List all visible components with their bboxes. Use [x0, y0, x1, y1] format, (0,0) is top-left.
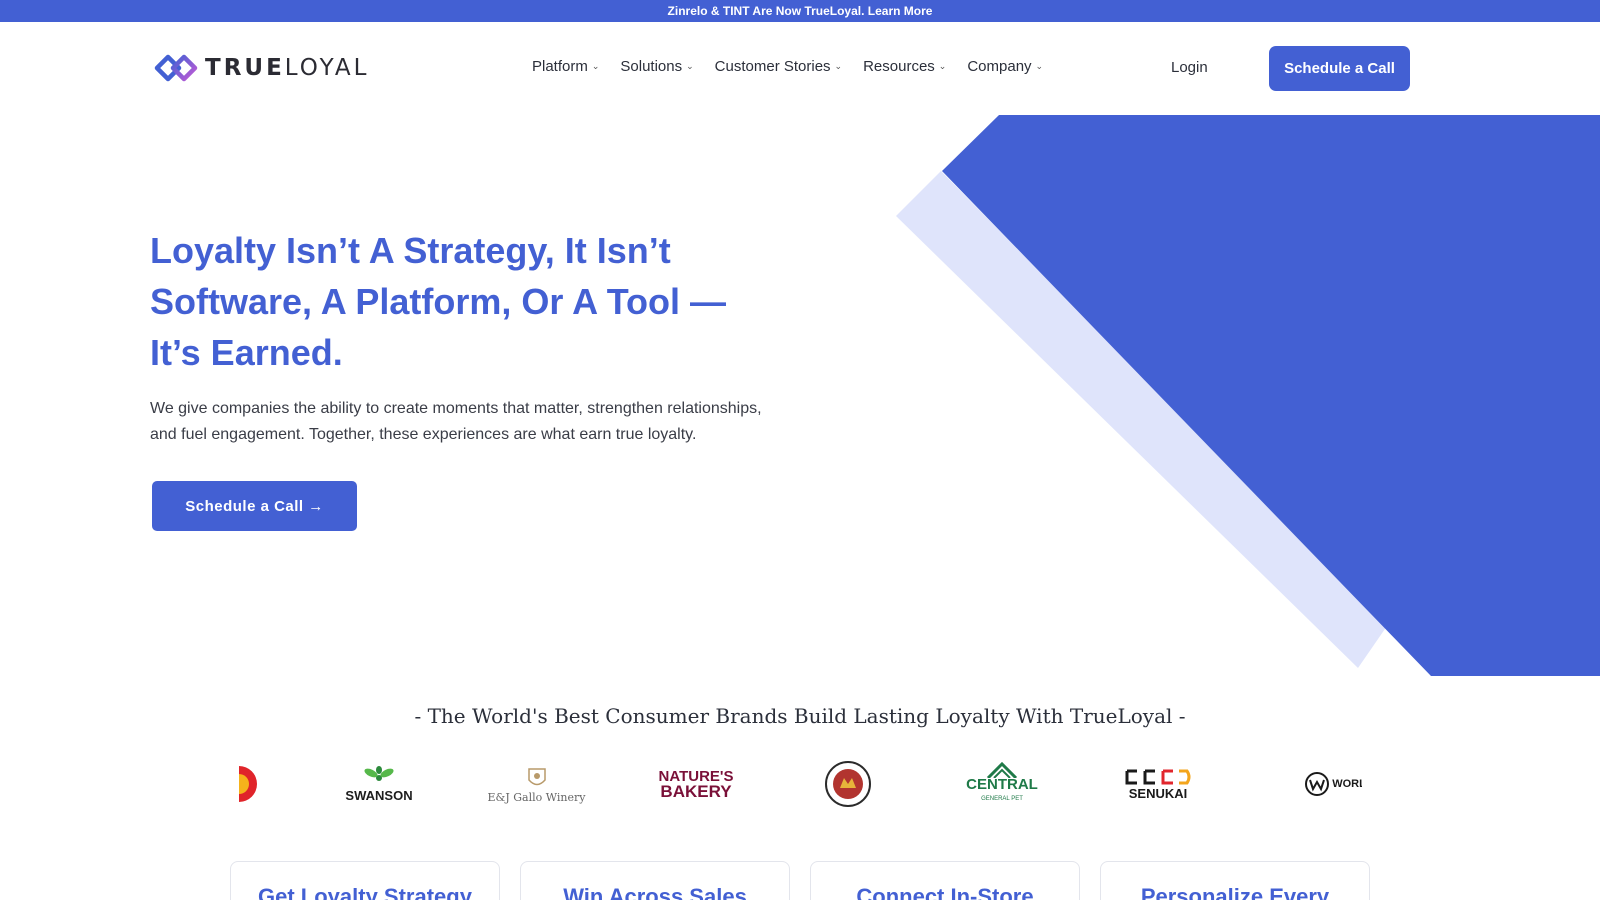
- login-link[interactable]: Login: [1171, 59, 1208, 76]
- feature-cards: Get Loyalty Strategy Win Across Sales Co…: [230, 861, 1370, 900]
- hero-description-line: We give companies the ability to create …: [150, 400, 762, 417]
- nav-item-company[interactable]: Company ⌄: [967, 58, 1043, 75]
- hero-title: Loyalty Isn’t A Strategy, It Isn’t Softw…: [150, 225, 790, 378]
- brand-text: WORL: [1332, 778, 1362, 790]
- hero-title-line: It’s Earned.: [150, 332, 343, 373]
- brand-text: SWANSON: [345, 787, 413, 803]
- brand-logo-world: WORL: [1300, 756, 1362, 812]
- hero-cta-label: Schedule a Call: [185, 497, 304, 515]
- brand-text: SENUKAI: [1128, 786, 1188, 801]
- feature-card-title: Connect In-Store: [856, 884, 1034, 900]
- brand-logo-king-arthur: [823, 756, 873, 812]
- feature-card[interactable]: Get Loyalty Strategy: [230, 861, 500, 900]
- king-arthur-seal-icon: [825, 761, 871, 807]
- chevron-down-icon: ⌄: [686, 61, 694, 71]
- gallo-crest-icon: [527, 767, 546, 785]
- brand-logo-strip: SWANSON E&J Gallo Winery NATURE'S BAKERY…: [234, 756, 1362, 812]
- brand-logo-senukai: SENUKAI: [1118, 756, 1198, 812]
- feature-card-title: Win Across Sales: [563, 884, 747, 900]
- hero-description-line: and fuel engagement. Together, these exp…: [150, 426, 697, 443]
- nav-label: Resources: [863, 58, 935, 75]
- hero-title-line: Loyalty Isn’t A Strategy, It Isn’t: [150, 230, 671, 271]
- nav-item-solutions[interactable]: Solutions ⌄: [620, 58, 693, 75]
- nav-label: Solutions: [620, 58, 683, 75]
- brand-logo-gallo: E&J Gallo Winery: [484, 756, 589, 812]
- swanson-leaf-icon: [364, 765, 394, 781]
- chevron-down-icon: ⌄: [1035, 61, 1044, 71]
- chevron-down-icon: ⌄: [591, 61, 600, 71]
- nav-item-customer-stories[interactable]: Customer Stories ⌄: [715, 58, 842, 75]
- nav-item-resources[interactable]: Resources ⌄: [863, 58, 946, 75]
- main-nav: Platform ⌄ Solutions ⌄ Customer Stories …: [532, 58, 1064, 75]
- announcement-bar: Zinrelo & TINT Are Now TrueLoyal. Learn …: [0, 0, 1600, 22]
- schedule-call-button[interactable]: Schedule a Call: [1269, 46, 1410, 91]
- site-header: TRUELOYAL Platform ⌄ Solutions ⌄ Custome…: [0, 22, 1600, 114]
- announcement-link[interactable]: Zinrelo & TINT Are Now TrueLoyal. Learn …: [668, 4, 933, 18]
- nav-label: Platform: [532, 58, 588, 75]
- hero-title-line: Software, A Platform, Or A Tool —: [150, 281, 727, 322]
- chevron-down-icon: ⌄: [834, 61, 843, 71]
- senukai-logo-icon: [1125, 769, 1191, 785]
- chevron-down-icon: ⌄: [938, 61, 947, 71]
- arrow-right-icon: →: [308, 497, 324, 515]
- trueloyal-logo-icon: [154, 54, 198, 82]
- logo[interactable]: TRUELOYAL: [153, 50, 369, 86]
- nav-label: Customer Stories: [714, 58, 831, 75]
- feature-card-title: Get Loyalty Strategy: [258, 884, 472, 900]
- feature-card[interactable]: Win Across Sales: [520, 861, 790, 900]
- brands-section-title: - The World's Best Consumer Brands Build…: [414, 704, 1186, 728]
- red-circle-logo-icon: [239, 766, 257, 802]
- hero-schedule-call-button[interactable]: Schedule a Call →: [152, 481, 357, 531]
- brand-text: BAKERY: [660, 782, 732, 801]
- brand-text: E&J Gallo Winery: [487, 790, 586, 804]
- partial-brand-logo: [234, 756, 264, 812]
- feature-card[interactable]: Connect In-Store: [810, 861, 1080, 900]
- brand-text: GENERAL PET: [981, 796, 1023, 802]
- brand-logo-swanson: SWANSON: [334, 756, 424, 812]
- logo-wordmark: TRUELOYAL: [205, 55, 370, 81]
- feature-card-title: Personalize Every: [1140, 884, 1330, 900]
- world-w-icon: [1305, 772, 1330, 796]
- brand-logo-central: CENTRAL GENERAL PET: [962, 756, 1042, 812]
- hero-description: We give companies the ability to create …: [150, 396, 830, 448]
- nav-item-platform[interactable]: Platform ⌄: [532, 58, 599, 75]
- brand-logo-natures-bakery: NATURE'S BAKERY: [648, 756, 744, 812]
- nav-label: Company: [967, 58, 1032, 75]
- brand-text: CENTRAL: [966, 776, 1038, 793]
- feature-card[interactable]: Personalize Every: [1100, 861, 1370, 900]
